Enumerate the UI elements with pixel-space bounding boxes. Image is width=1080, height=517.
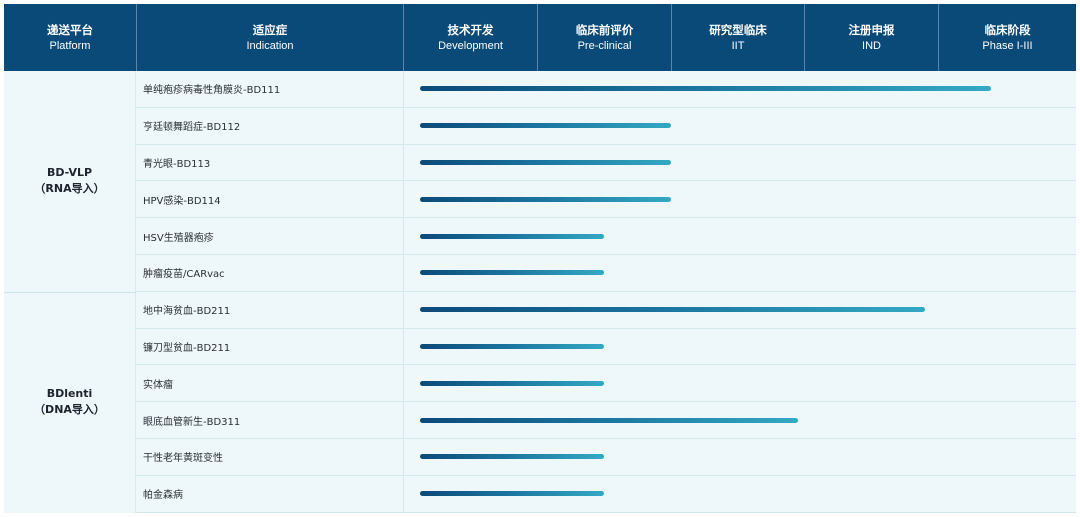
header-col-indication: 适应症 Indication [137, 4, 404, 71]
platform-name: BDlenti [46, 387, 93, 401]
indication-label: 实体瘤 [136, 365, 404, 402]
indication-label: 地中海贫血-BD211 [136, 291, 404, 328]
platform-cell: BDlenti （DNA导入） [4, 291, 136, 513]
indication-label: 亨廷顿舞蹈症-BD112 [136, 107, 404, 144]
platform-cell: BD-VLP （RNA导入） [4, 71, 136, 292]
progress-bar [420, 233, 605, 239]
header-label-zh: 研究型临床 [709, 22, 767, 37]
table-row: 青光眼-BD113 [136, 144, 1076, 182]
header-label-en: IND [862, 39, 881, 52]
indication-label: 镰刀型贫血-BD211 [136, 328, 404, 365]
header-label-en: IIT [731, 39, 745, 52]
header-label-en: Development [438, 39, 503, 52]
table-row: 镰刀型贫血-BD211 [136, 328, 1076, 366]
header-label-en: Pre-clinical [577, 39, 632, 52]
indication-label: HSV生殖器疱疹 [136, 218, 404, 254]
progress-bar [420, 454, 605, 460]
indication-label: 干性老年黄斑变性 [136, 439, 404, 475]
progress-bar [420, 343, 605, 349]
progress-bar [420, 196, 671, 202]
indication-label: 肿瘤疫苗/CARvac [136, 255, 404, 291]
progress-bar [420, 380, 605, 386]
table-body: BD-VLP （RNA导入） BDlenti （DNA导入） 单纯疱疹病毒性角膜炎-BD… [4, 71, 1076, 513]
indication-label: 帕金森病 [136, 475, 404, 512]
progress-bar [420, 491, 605, 497]
table-row: HSV生殖器疱疹 [136, 218, 1076, 255]
header-col-development: 技术开发 Development [404, 4, 538, 71]
table-row: HPV感染-BD114 [136, 181, 1076, 219]
header-col-platform: 递送平台 Platform [4, 4, 137, 71]
table-row: 帕金森病 [136, 475, 1076, 513]
header-col-phase: 临床阶段 Phase I-III [939, 4, 1076, 71]
pipeline-table: 递送平台 Platform 适应症 Indication 技术开发 Development… [4, 4, 1076, 513]
header-label-zh: 临床阶段 [984, 22, 1031, 37]
header-col-iit: 研究型临床 IIT [672, 4, 805, 71]
progress-bar [420, 123, 671, 129]
header-label-zh: 注册申报 [848, 22, 895, 37]
indication-label: 眼底血管新生-BD311 [136, 402, 404, 438]
platform-divider [4, 291, 136, 293]
progress-bar [420, 159, 671, 165]
indication-label: 青光眼-BD113 [136, 144, 404, 181]
header-label-en: Platform [49, 39, 91, 52]
table-row: 肿瘤疫苗/CARvac [136, 255, 1076, 292]
table-row: 实体瘤 [136, 365, 1076, 403]
header-label-zh: 技术开发 [447, 22, 494, 37]
header-label-en: Phase I-III [982, 39, 1033, 52]
header-col-ind: 注册申报 IND [805, 4, 939, 71]
table-row: 眼底血管新生-BD311 [136, 402, 1076, 439]
header-col-pre-clinical: 临床前评价 Pre-clinical [538, 4, 672, 71]
indication-label: 单纯疱疹病毒性角膜炎-BD111 [136, 71, 404, 107]
progress-bar [420, 307, 925, 313]
platform-subtitle: （RNA导入） [34, 182, 105, 196]
platform-subtitle: （DNA导入） [34, 403, 105, 417]
header-label-zh: 临床前评价 [575, 22, 634, 37]
indication-label: HPV感染-BD114 [136, 181, 404, 218]
header-label-en: Indication [246, 39, 294, 52]
table-row: 单纯疱疹病毒性角膜炎-BD111 [136, 71, 1076, 108]
progress-bar [420, 270, 605, 276]
table-row: 亨廷顿舞蹈症-BD112 [136, 107, 1076, 145]
table-row: 干性老年黄斑变性 [136, 439, 1076, 476]
table-header: 递送平台 Platform 适应症 Indication 技术开发 Development… [4, 4, 1076, 71]
platform-name: BD-VLP [46, 166, 93, 180]
header-label-zh: 适应症 [252, 22, 288, 37]
progress-bar [420, 86, 992, 92]
table-row: 地中海贫血-BD211 [136, 291, 1076, 329]
progress-bar [420, 417, 798, 423]
header-label-zh: 递送平台 [47, 22, 93, 37]
